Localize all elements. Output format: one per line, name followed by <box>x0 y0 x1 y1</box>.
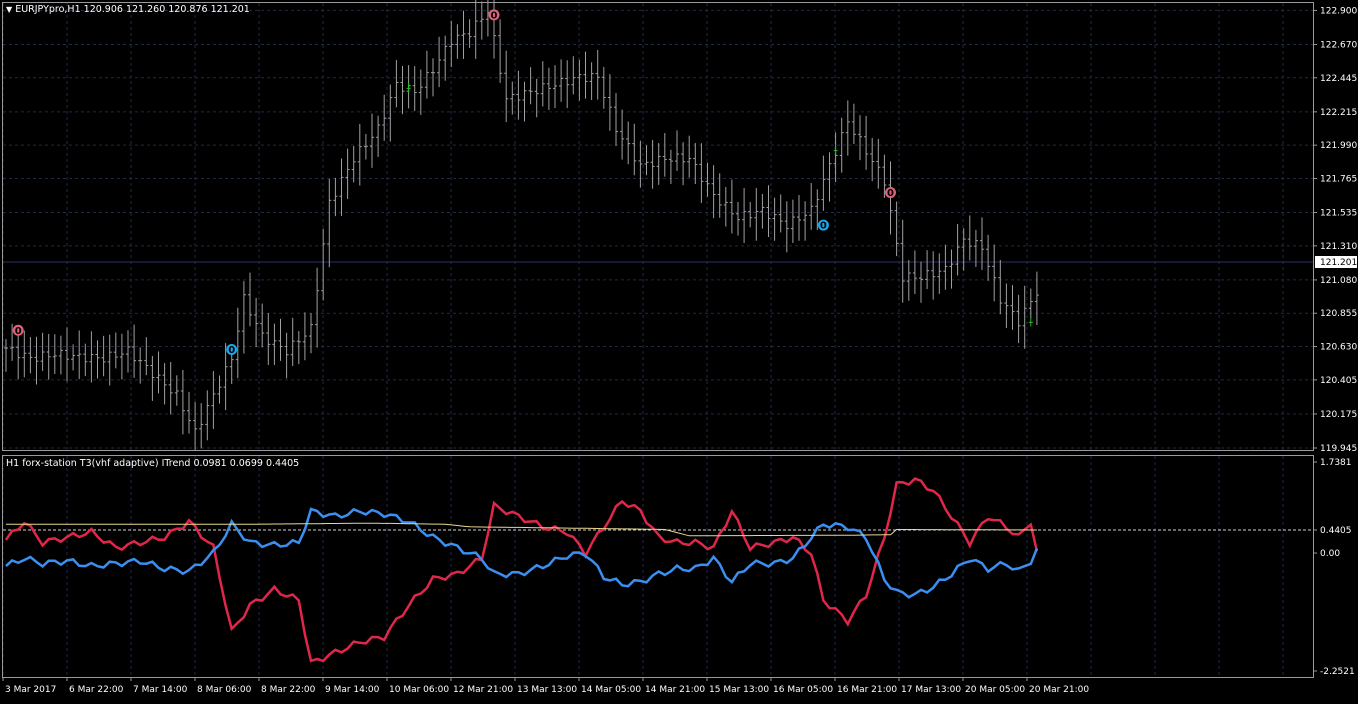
indicator-tick-label: 0.00 <box>1320 549 1340 559</box>
indicator-panel-frame <box>2 455 1314 678</box>
time-tick-label: 20 Mar 05:00 <box>965 685 1025 695</box>
current-price-label: 121.201 <box>1320 258 1357 268</box>
price-tick-label: 122.900 <box>1320 6 1357 16</box>
signal-marker-label: 0 <box>820 221 827 232</box>
time-tick-label: 16 Mar 21:00 <box>837 685 897 695</box>
indicator-tick-label: 0.4405 <box>1320 526 1352 536</box>
price-tick-label: 121.765 <box>1320 174 1357 184</box>
signal-markers: 0 0 0 0 0 <box>12 9 1033 356</box>
chart-canvas[interactable]: 0 0 0 0 0 122.900 122.670 122.445 122.215 121.99… <box>0 0 1358 700</box>
price-tick-label: 120.630 <box>1320 343 1357 353</box>
indicator-axis: 1.7381 0.4405 0.00 -2.2521 <box>1313 458 1355 677</box>
price-tick-label: 121.080 <box>1320 276 1357 286</box>
time-tick-label: 17 Mar 13:00 <box>901 685 961 695</box>
time-tick-label: 3 Mar 2017 <box>5 685 56 695</box>
time-tick-label: 20 Mar 21:00 <box>1029 685 1089 695</box>
chart-header: ▼ EURJPYpro,H1 120.906 121.260 120.876 1… <box>6 4 250 15</box>
time-tick-label: 7 Mar 14:00 <box>133 685 188 695</box>
signal-marker-label: 0 <box>887 188 894 199</box>
price-tick-label: 120.405 <box>1320 376 1357 386</box>
indicator-tick-label: -2.2521 <box>1320 667 1355 677</box>
price-tick-label: 119.945 <box>1320 444 1357 454</box>
time-tick-label: 8 Mar 06:00 <box>197 685 252 695</box>
indicator-header: H1 forx-station T3(vhf adaptive) ITrend … <box>6 458 299 469</box>
price-bars <box>4 0 1039 451</box>
signal-marker-label: 0 <box>228 345 235 356</box>
indicator-grid <box>2 456 1313 677</box>
time-tick-label: 10 Mar 06:00 <box>389 685 449 695</box>
price-axis: 122.900 122.670 122.445 122.215 121.990 121.7… <box>1313 6 1357 454</box>
time-tick-label: 6 Mar 22:00 <box>69 685 124 695</box>
indicator-values: 0.0981 0.0699 0.4405 <box>193 458 300 469</box>
time-tick-label: 14 Mar 05:00 <box>581 685 641 695</box>
current-price-tag: 121.201 <box>1315 256 1357 269</box>
time-tick-label: 16 Mar 05:00 <box>773 685 833 695</box>
time-tick-label: 13 Mar 13:00 <box>517 685 577 695</box>
indicator-tick-label: 1.7381 <box>1320 458 1352 468</box>
signal-marker-label: 0 <box>491 10 498 21</box>
price-tick-label: 122.445 <box>1320 74 1357 84</box>
chart-window[interactable]: 0 0 0 0 0 122.900 122.670 122.445 122.215 121.99… <box>0 0 1358 700</box>
time-tick-label: 12 Mar 21:00 <box>453 685 513 695</box>
ohlc-values: 120.906 121.260 120.876 121.201 <box>83 4 250 15</box>
price-tick-label: 120.855 <box>1320 309 1357 319</box>
price-tick-label: 120.175 <box>1320 410 1357 420</box>
price-tick-label: 122.215 <box>1320 108 1357 118</box>
collapse-arrow-icon[interactable]: ▼ <box>6 5 12 14</box>
time-tick-label: 9 Mar 14:00 <box>325 685 380 695</box>
signal-marker-label: 0 <box>15 326 22 337</box>
price-tick-label: 122.670 <box>1320 40 1357 50</box>
main-panel-frame <box>2 2 1314 451</box>
indicator-title: H1 forx-station T3(vhf adaptive) ITrend <box>6 458 191 469</box>
time-tick-label: 15 Mar 13:00 <box>709 685 769 695</box>
indicator-lines <box>4 477 1039 663</box>
time-axis: 3 Mar 2017 6 Mar 22:00 7 Mar 14:00 8 Mar 06… <box>2 677 1089 695</box>
symbol-label: EURJPYpro,H1 <box>15 4 81 15</box>
price-tick-label: 121.535 <box>1320 209 1357 219</box>
blue-indicator-line <box>5 507 1039 599</box>
time-tick-label: 14 Mar 21:00 <box>645 685 705 695</box>
price-tick-label: 121.990 <box>1320 141 1357 151</box>
main-grid <box>2 3 1313 450</box>
price-tick-label: 121.310 <box>1320 242 1357 252</box>
time-tick-label: 8 Mar 22:00 <box>261 685 316 695</box>
